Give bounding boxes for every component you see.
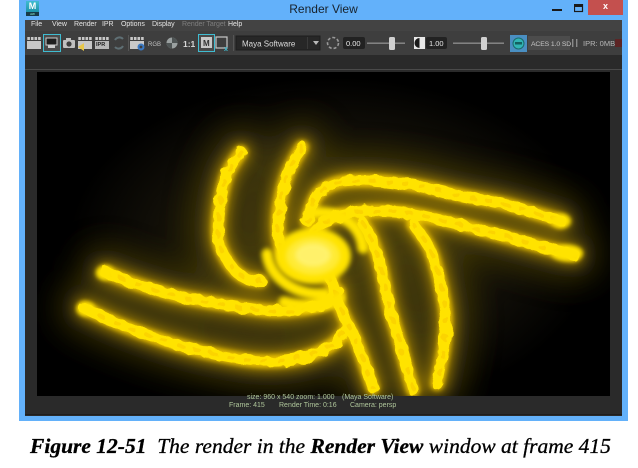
svg-text:IPR: 0MB: IPR: 0MB (583, 39, 615, 48)
svg-text:RGB: RGB (148, 42, 161, 48)
svg-text:1:1: 1:1 (183, 39, 196, 49)
svg-text:M: M (203, 39, 210, 48)
svg-text:Maya Software: Maya Software (242, 40, 296, 49)
svg-text:0.00: 0.00 (346, 39, 361, 48)
svg-text:ACES 1.0 SD: ACES 1.0 SD (531, 41, 571, 48)
svg-text:x: x (224, 46, 228, 53)
svg-text:1.00: 1.00 (429, 39, 444, 48)
svg-text:IPR: IPR (96, 42, 105, 48)
